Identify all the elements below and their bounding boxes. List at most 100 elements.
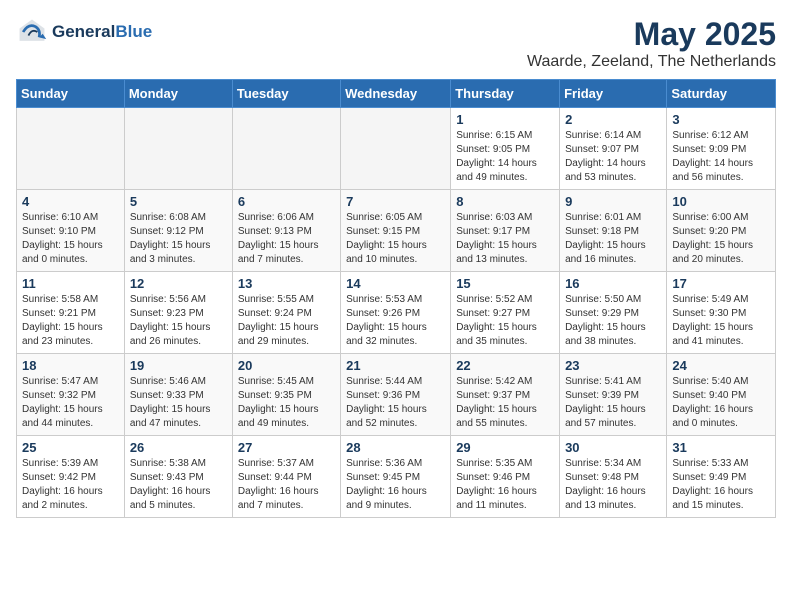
calendar-cell: 29 Sunrise: 5:35 AM Sunset: 9:46 PM Dayli…: [451, 436, 560, 518]
calendar-cell: 19 Sunrise: 5:46 AM Sunset: 9:33 PM Dayli…: [124, 354, 232, 436]
week-row-4: 18 Sunrise: 5:47 AM Sunset: 9:32 PM Dayli…: [17, 354, 776, 436]
day-info: Sunrise: 5:36 AM Sunset: 9:45 PM Dayligh…: [346, 457, 445, 513]
day-info: Sunrise: 5:47 AM Sunset: 9:32 PM Dayligh…: [22, 375, 119, 431]
weekday-header-sunday: Sunday: [17, 80, 125, 108]
week-row-2: 4 Sunrise: 6:10 AM Sunset: 9:10 PM Daylig…: [17, 190, 776, 272]
day-number: 8: [456, 194, 554, 209]
day-number: 17: [672, 276, 770, 291]
day-info: Sunrise: 6:05 AM Sunset: 9:15 PM Dayligh…: [346, 211, 445, 267]
page-container: GeneralBlue May 2025 Waarde, Zeeland, Th…: [16, 16, 776, 518]
calendar-cell: 31Sunrise: 5:33 AM Sunset: 9:49 PM Dayli…: [667, 436, 776, 518]
logo-general: General: [52, 22, 115, 41]
day-info: Sunrise: 5:35 AM Sunset: 9:46 PM Dayligh…: [456, 457, 554, 513]
calendar-cell: 20 Sunrise: 5:45 AM Sunset: 9:35 PM Dayli…: [232, 354, 340, 436]
day-number: 7: [346, 194, 445, 209]
day-number: 28: [346, 440, 445, 455]
day-number: 6: [238, 194, 335, 209]
day-number: 20: [238, 358, 335, 373]
weekday-header-monday: Monday: [124, 80, 232, 108]
weekday-header-tuesday: Tuesday: [232, 80, 340, 108]
logo-icon: [16, 16, 48, 48]
calendar-cell: [17, 108, 125, 190]
calendar-cell: 10Sunrise: 6:00 AM Sunset: 9:20 PM Dayli…: [667, 190, 776, 272]
calendar-cell: 8 Sunrise: 6:03 AM Sunset: 9:17 PM Daylig…: [451, 190, 560, 272]
day-number: 1: [456, 112, 554, 127]
day-number: 23: [565, 358, 661, 373]
day-info: Sunrise: 5:42 AM Sunset: 9:37 PM Dayligh…: [456, 375, 554, 431]
calendar-cell: [341, 108, 451, 190]
day-number: 24: [672, 358, 770, 373]
calendar-cell: 4 Sunrise: 6:10 AM Sunset: 9:10 PM Daylig…: [17, 190, 125, 272]
calendar-cell: 30Sunrise: 5:34 AM Sunset: 9:48 PM Dayli…: [560, 436, 667, 518]
week-row-1: 1 Sunrise: 6:15 AM Sunset: 9:05 PM Daylig…: [17, 108, 776, 190]
calendar-cell: 9 Sunrise: 6:01 AM Sunset: 9:18 PM Daylig…: [560, 190, 667, 272]
day-number: 2: [565, 112, 661, 127]
day-info: Sunrise: 6:12 AM Sunset: 9:09 PM Dayligh…: [672, 129, 770, 185]
day-info: Sunrise: 6:10 AM Sunset: 9:10 PM Dayligh…: [22, 211, 119, 267]
week-row-3: 11 Sunrise: 5:58 AM Sunset: 9:21 PM Dayli…: [17, 272, 776, 354]
calendar-cell: 23Sunrise: 5:41 AM Sunset: 9:39 PM Dayli…: [560, 354, 667, 436]
day-number: 26: [130, 440, 227, 455]
calendar-cell: 7 Sunrise: 6:05 AM Sunset: 9:15 PM Daylig…: [341, 190, 451, 272]
day-info: Sunrise: 5:46 AM Sunset: 9:33 PM Dayligh…: [130, 375, 227, 431]
day-number: 14: [346, 276, 445, 291]
calendar-cell: 13 Sunrise: 5:55 AM Sunset: 9:24 PM Dayli…: [232, 272, 340, 354]
day-number: 19: [130, 358, 227, 373]
day-info: Sunrise: 6:14 AM Sunset: 9:07 PM Dayligh…: [565, 129, 661, 185]
calendar-cell: 24Sunrise: 5:40 AM Sunset: 9:40 PM Dayli…: [667, 354, 776, 436]
calendar-cell: 3 Sunrise: 6:12 AM Sunset: 9:09 PM Daylig…: [667, 108, 776, 190]
day-info: Sunrise: 5:34 AM Sunset: 9:48 PM Dayligh…: [565, 457, 661, 513]
day-number: 11: [22, 276, 119, 291]
day-number: 3: [672, 112, 770, 127]
header: GeneralBlue May 2025 Waarde, Zeeland, Th…: [16, 16, 776, 71]
title-area: May 2025 Waarde, Zeeland, The Netherland…: [527, 16, 776, 71]
day-number: 9: [565, 194, 661, 209]
calendar-cell: [232, 108, 340, 190]
calendar-cell: 21 Sunrise: 5:44 AM Sunset: 9:36 PM Dayli…: [341, 354, 451, 436]
day-number: 22: [456, 358, 554, 373]
day-number: 13: [238, 276, 335, 291]
day-info: Sunrise: 5:55 AM Sunset: 9:24 PM Dayligh…: [238, 293, 335, 349]
calendar-cell: 25Sunrise: 5:39 AM Sunset: 9:42 PM Dayli…: [17, 436, 125, 518]
calendar-cell: 12Sunrise: 5:56 AM Sunset: 9:23 PM Dayli…: [124, 272, 232, 354]
day-info: Sunrise: 5:58 AM Sunset: 9:21 PM Dayligh…: [22, 293, 119, 349]
day-number: 12: [130, 276, 227, 291]
day-info: Sunrise: 6:06 AM Sunset: 9:13 PM Dayligh…: [238, 211, 335, 267]
calendar-cell: 2 Sunrise: 6:14 AM Sunset: 9:07 PM Daylig…: [560, 108, 667, 190]
calendar-cell: 16Sunrise: 5:50 AM Sunset: 9:29 PM Dayli…: [560, 272, 667, 354]
calendar-cell: 5 Sunrise: 6:08 AM Sunset: 9:12 PM Daylig…: [124, 190, 232, 272]
calendar-cell: 6 Sunrise: 6:06 AM Sunset: 9:13 PM Daylig…: [232, 190, 340, 272]
day-info: Sunrise: 6:08 AM Sunset: 9:12 PM Dayligh…: [130, 211, 227, 267]
calendar-cell: 26 Sunrise: 5:38 AM Sunset: 9:43 PM Dayli…: [124, 436, 232, 518]
day-number: 18: [22, 358, 119, 373]
calendar-cell: 15Sunrise: 5:52 AM Sunset: 9:27 PM Dayli…: [451, 272, 560, 354]
calendar-cell: 17 Sunrise: 5:49 AM Sunset: 9:30 PM Dayli…: [667, 272, 776, 354]
calendar-table: SundayMondayTuesdayWednesdayThursdayFrid…: [16, 79, 776, 518]
day-info: Sunrise: 5:44 AM Sunset: 9:36 PM Dayligh…: [346, 375, 445, 431]
weekday-header-wednesday: Wednesday: [341, 80, 451, 108]
day-number: 10: [672, 194, 770, 209]
calendar-cell: 27 Sunrise: 5:37 AM Sunset: 9:44 PM Dayli…: [232, 436, 340, 518]
day-info: Sunrise: 5:33 AM Sunset: 9:49 PM Dayligh…: [672, 457, 770, 513]
day-info: Sunrise: 6:01 AM Sunset: 9:18 PM Dayligh…: [565, 211, 661, 267]
day-number: 21: [346, 358, 445, 373]
day-number: 27: [238, 440, 335, 455]
day-info: Sunrise: 6:15 AM Sunset: 9:05 PM Dayligh…: [456, 129, 554, 185]
day-info: Sunrise: 5:45 AM Sunset: 9:35 PM Dayligh…: [238, 375, 335, 431]
day-number: 25: [22, 440, 119, 455]
day-info: Sunrise: 5:49 AM Sunset: 9:30 PM Dayligh…: [672, 293, 770, 349]
calendar-cell: 14 Sunrise: 5:53 AM Sunset: 9:26 PM Dayli…: [341, 272, 451, 354]
calendar-cell: 28 Sunrise: 5:36 AM Sunset: 9:45 PM Dayli…: [341, 436, 451, 518]
calendar-cell: 22 Sunrise: 5:42 AM Sunset: 9:37 PM Dayli…: [451, 354, 560, 436]
day-info: Sunrise: 5:37 AM Sunset: 9:44 PM Dayligh…: [238, 457, 335, 513]
day-info: Sunrise: 5:53 AM Sunset: 9:26 PM Dayligh…: [346, 293, 445, 349]
day-info: Sunrise: 5:38 AM Sunset: 9:43 PM Dayligh…: [130, 457, 227, 513]
day-number: 29: [456, 440, 554, 455]
day-info: Sunrise: 6:03 AM Sunset: 9:17 PM Dayligh…: [456, 211, 554, 267]
weekday-header-thursday: Thursday: [451, 80, 560, 108]
location-title: Waarde, Zeeland, The Netherlands: [527, 53, 776, 71]
calendar-cell: 11 Sunrise: 5:58 AM Sunset: 9:21 PM Dayli…: [17, 272, 125, 354]
logo-text-block: GeneralBlue: [52, 23, 152, 42]
day-number: 4: [22, 194, 119, 209]
day-number: 5: [130, 194, 227, 209]
